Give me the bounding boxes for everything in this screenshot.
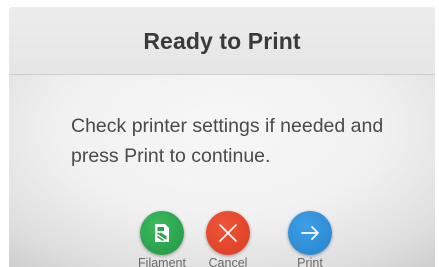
dialog-message: Check printer settings if needed and pre… <box>71 111 416 171</box>
dialog-title: Ready to Print <box>143 28 301 54</box>
print-button-label: Print <box>297 256 323 267</box>
filament-button-circle[interactable] <box>140 211 184 255</box>
filament-button[interactable]: Filament <box>127 211 197 267</box>
dialog-header: Ready to Print <box>9 7 435 75</box>
filament-button-label: Filament <box>138 256 186 267</box>
filament-spool-icon <box>151 221 173 245</box>
screenshot-frame: Ready to Print Check printer settings if… <box>0 0 439 267</box>
cancel-button[interactable]: Cancel <box>193 211 263 267</box>
print-button-circle[interactable] <box>288 211 332 255</box>
arrow-right-icon <box>298 221 322 245</box>
close-x-icon <box>215 220 241 246</box>
message-line-1: Check printer settings if needed and <box>71 115 384 137</box>
printer-screen: Ready to Print Check printer settings if… <box>9 7 435 267</box>
message-line-2: press Print to continue. <box>71 145 271 167</box>
cancel-button-label: Cancel <box>208 256 248 267</box>
print-button[interactable]: Print <box>275 211 345 267</box>
cancel-button-circle[interactable] <box>206 211 250 255</box>
